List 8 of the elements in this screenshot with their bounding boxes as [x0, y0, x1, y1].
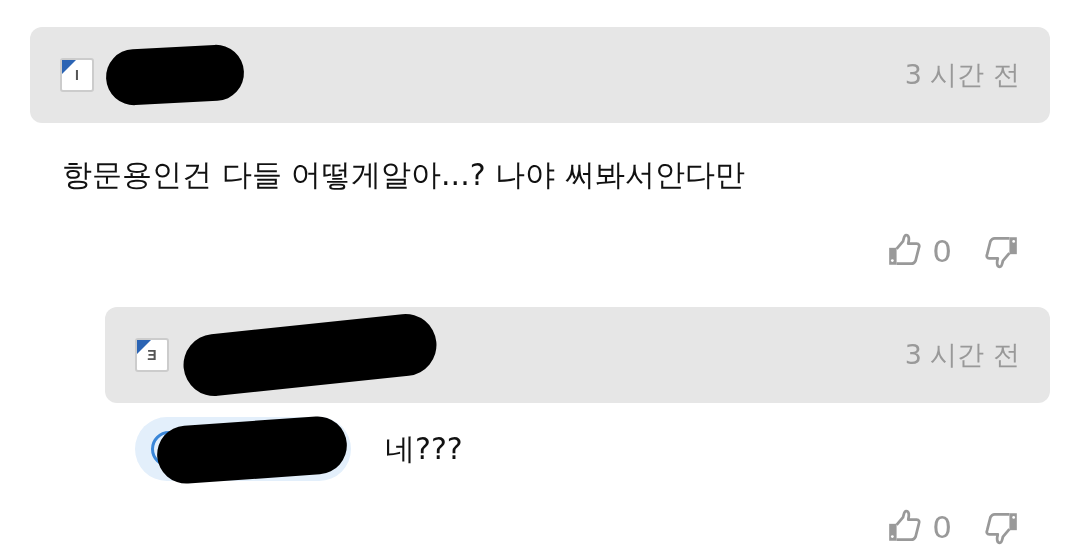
comment-text: 항문용인건 다들 어떻게알아...? 나야 써봐서안다만 [62, 155, 745, 194]
level-badge: Ǝ [135, 338, 169, 372]
level-badge: I [60, 58, 94, 92]
like-count: 0 [932, 509, 952, 545]
timestamp: 3 시간 전 [904, 338, 1020, 372]
comment-text: 네??? [385, 429, 463, 468]
timestamp: 3 시간 전 [904, 58, 1020, 92]
like-count: 0 [932, 233, 952, 269]
